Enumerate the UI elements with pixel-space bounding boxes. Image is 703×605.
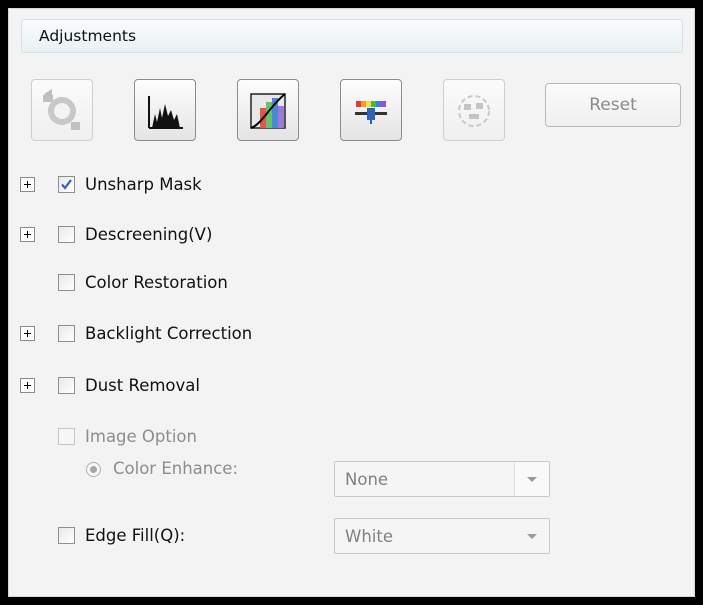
tone-curve-icon (250, 93, 286, 129)
reset-button[interactable]: Reset (545, 83, 681, 127)
chevron-down-icon (514, 462, 549, 496)
color-palette-icon (458, 95, 490, 127)
edge-fill-value: White (345, 527, 393, 546)
edge-fill-label: Edge Fill(Q): (85, 526, 186, 545)
color-restoration-label: Color Restoration (85, 273, 228, 292)
edge-fill-checkbox[interactable] (58, 527, 75, 544)
adjustments-panel: Adjustments Reset Unsharp Mask Descreeni… (8, 8, 695, 597)
image-option-label: Image Option (85, 427, 197, 446)
checkmark-icon (61, 179, 72, 190)
tone-correction-button[interactable] (237, 79, 299, 141)
panel-title: Adjustments (39, 27, 137, 45)
auto-exposure-icon (43, 89, 80, 130)
color-restoration-checkbox[interactable] (58, 274, 75, 291)
backlight-correction-label: Backlight Correction (85, 324, 253, 343)
descreening-label: Descreening(V) (85, 225, 213, 244)
color-enhance-select[interactable]: None (334, 461, 550, 497)
color-palette-button[interactable] (443, 79, 505, 141)
unsharp-mask-checkbox[interactable] (58, 176, 75, 193)
dust-removal-label: Dust Removal (85, 376, 200, 395)
color-palette-slider-icon (355, 101, 387, 124)
edge-fill-select[interactable]: White (334, 518, 550, 554)
chevron-down-icon (515, 519, 549, 553)
histogram-icon (148, 96, 183, 129)
auto-exposure-button[interactable] (31, 79, 93, 141)
descreening-expand-icon[interactable] (20, 227, 35, 242)
descreening-checkbox[interactable] (58, 226, 75, 243)
backlight-correction-expand-icon[interactable] (20, 326, 35, 341)
dust-removal-checkbox[interactable] (58, 377, 75, 394)
panel-header: Adjustments (21, 19, 683, 53)
dust-removal-expand-icon[interactable] (20, 378, 35, 393)
color-enhance-label: Color Enhance: (113, 459, 239, 478)
color-enhance-radio[interactable] (86, 462, 101, 477)
image-option-checkbox[interactable] (58, 428, 75, 445)
unsharp-mask-expand-icon[interactable] (20, 177, 35, 192)
backlight-correction-checkbox[interactable] (58, 325, 75, 342)
color-enhance-value: None (345, 470, 389, 489)
image-adjustment-button[interactable] (340, 79, 402, 141)
unsharp-mask-label: Unsharp Mask (85, 175, 202, 194)
histogram-adjustment-button[interactable] (134, 79, 196, 141)
